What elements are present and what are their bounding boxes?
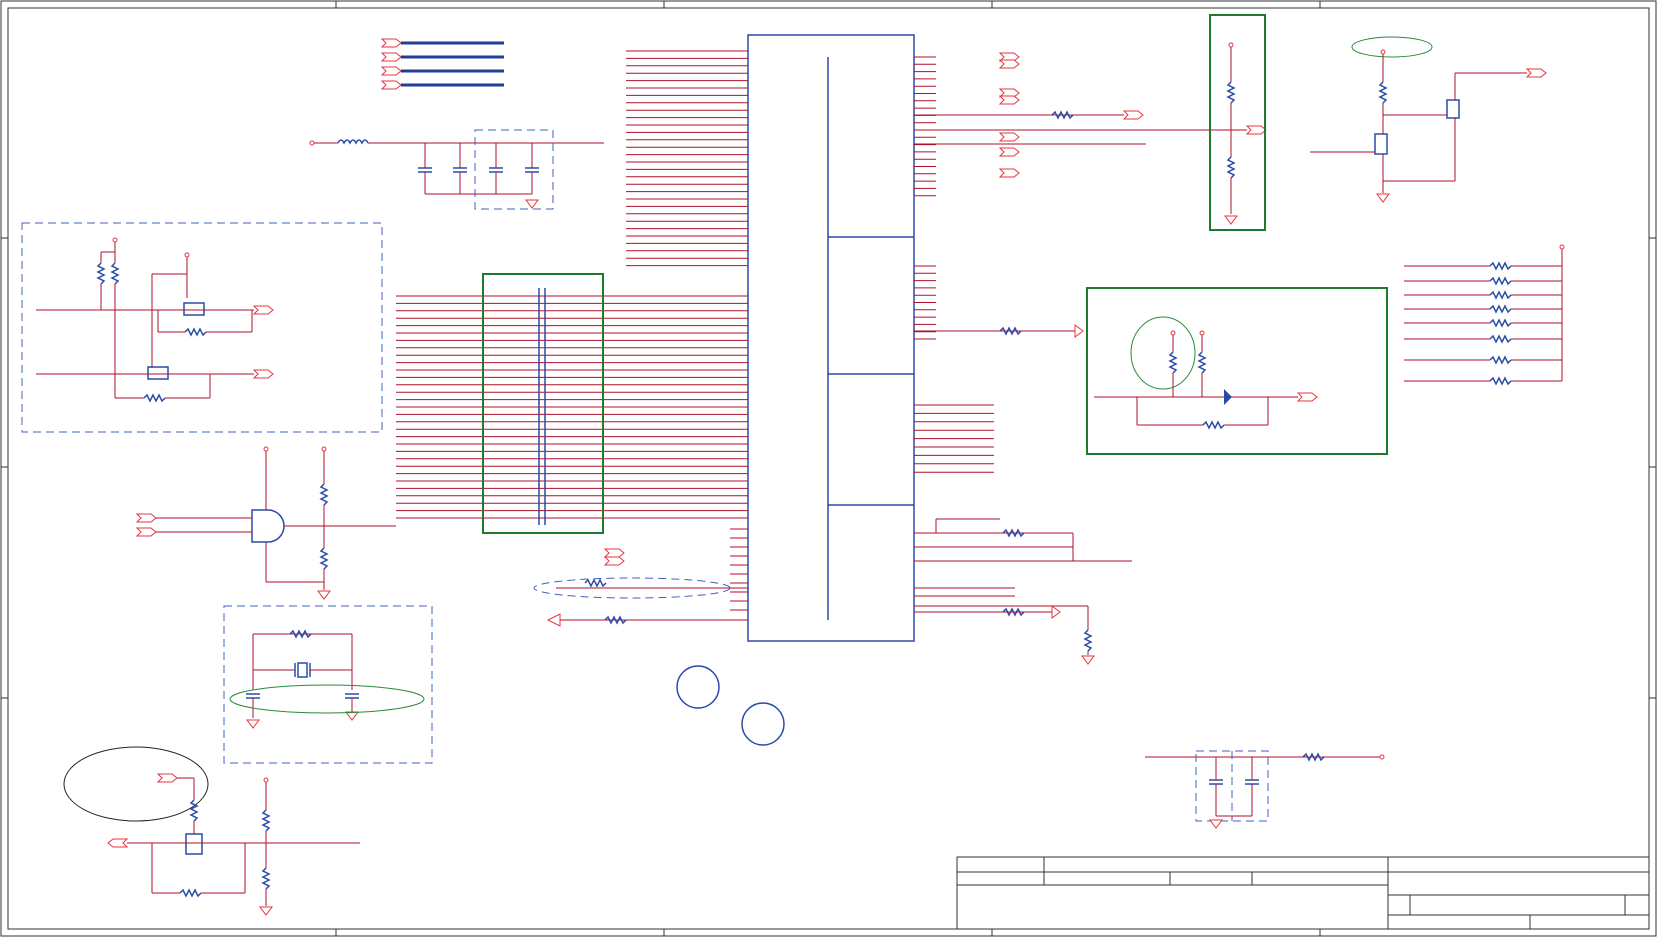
- right-top-signals: [914, 52, 1267, 178]
- title-block: [956, 856, 1650, 930]
- mosfet-icon: [183, 302, 205, 316]
- mosfet-icon: [147, 366, 169, 380]
- schematic-sheet: [0, 0, 1657, 937]
- main-ic: [747, 34, 915, 642]
- mosfet-icon: [185, 833, 203, 855]
- misc-signals: [533, 548, 785, 746]
- power-filter: [309, 129, 604, 210]
- reset-circuit: [63, 746, 360, 916]
- decoupling-caps: [1145, 750, 1385, 829]
- mount-hole: [676, 665, 720, 709]
- bus-connectors: [381, 38, 504, 90]
- level-shifter-group: [21, 222, 383, 433]
- mosfet-icon: [1446, 99, 1460, 119]
- resistor-icon: [1489, 319, 1512, 327]
- inductor-icon: [337, 139, 369, 145]
- resistor-icon: [1489, 262, 1512, 270]
- zener-diode-icon: [1224, 389, 1232, 405]
- mount-hole: [741, 702, 785, 746]
- crystal-group: [223, 605, 433, 764]
- right-lower-signals: [914, 518, 1132, 665]
- address-bus-highlight: [482, 273, 604, 534]
- ic-left-pin-wires: [396, 50, 748, 611]
- resistor-icon: [1489, 305, 1512, 313]
- power-switch: [1310, 36, 1547, 203]
- ic-right-pin-wires: [914, 56, 994, 473]
- resistor-icon: [1489, 277, 1512, 285]
- and-gate: [136, 446, 396, 600]
- resistor-icon: [1489, 377, 1512, 385]
- resistor-icon: [1489, 356, 1512, 364]
- resistor-icon: [1489, 291, 1512, 299]
- voltage-divider-box: [1209, 14, 1266, 231]
- mosfet-icon: [1374, 133, 1388, 155]
- regulator-box: [914, 287, 1388, 455]
- crystal-icon: [297, 662, 308, 678]
- pullup-resistor-array: [1404, 244, 1565, 385]
- and-gate-icon: [251, 509, 285, 543]
- note-ellipse: [63, 746, 209, 822]
- resistor-icon: [1489, 335, 1512, 343]
